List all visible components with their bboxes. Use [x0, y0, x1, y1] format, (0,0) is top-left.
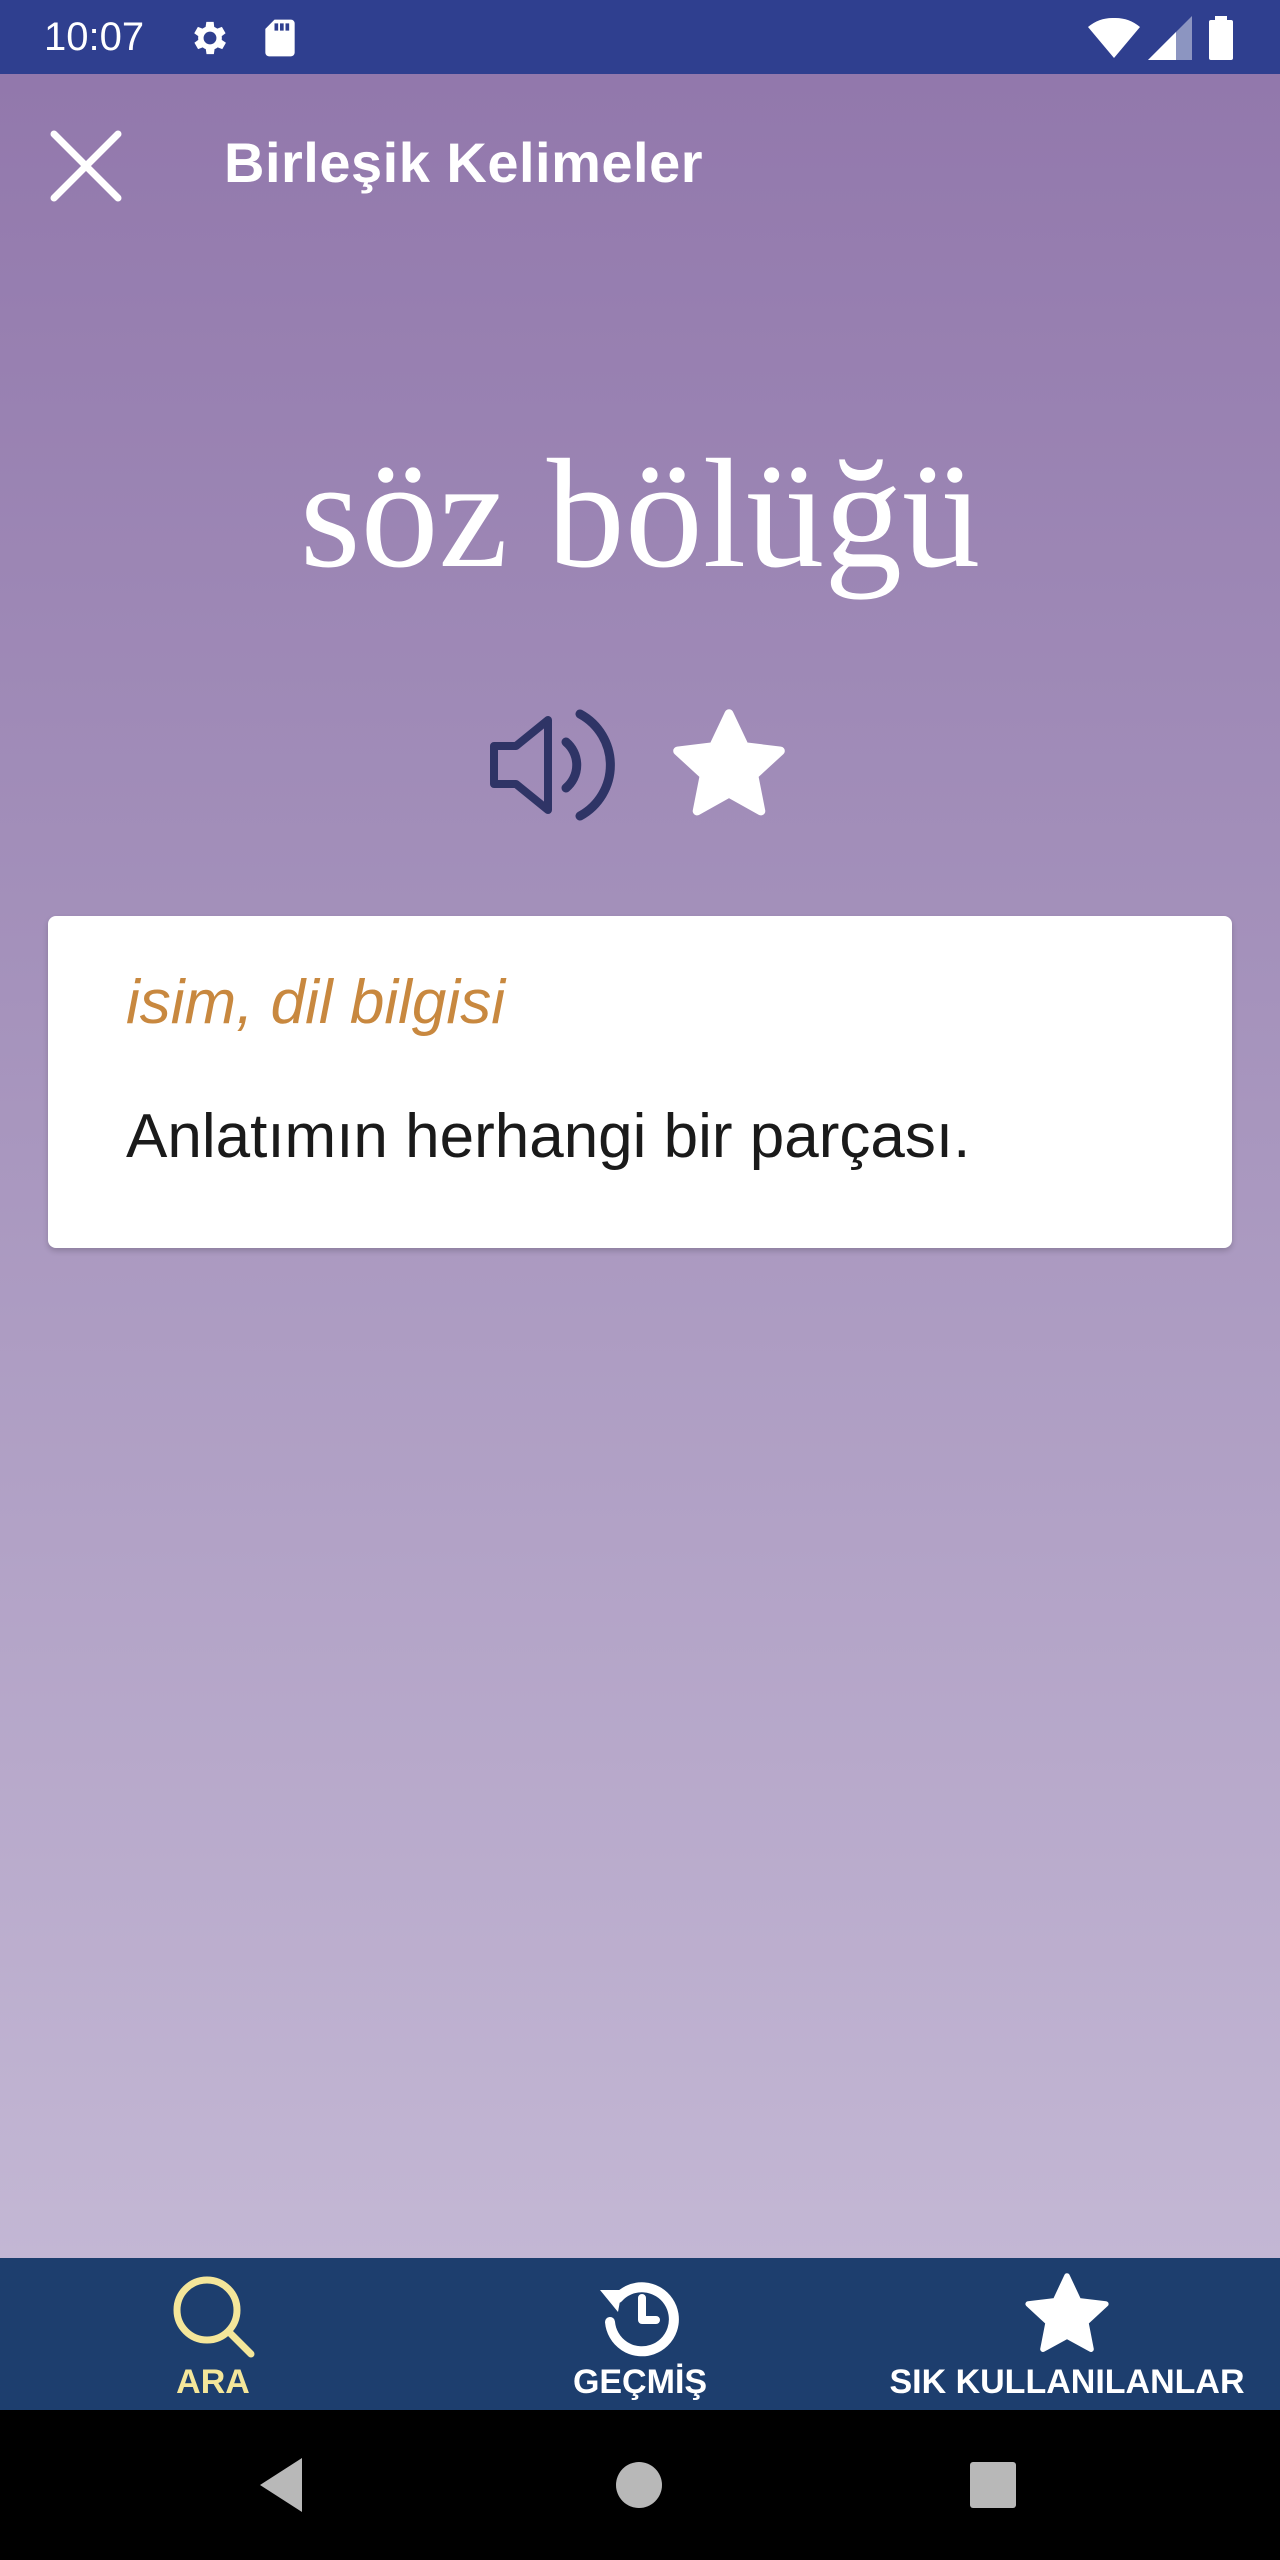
- nav-label-favorites: SIK KULLANILANLAR: [889, 2363, 1245, 2401]
- nav-item-favorites[interactable]: SIK KULLANILANLAR: [854, 2258, 1280, 2410]
- bottom-navigation: ARA GEÇMİŞ SIK KULLANILANLAR: [0, 2258, 1280, 2410]
- star-icon: [1025, 2273, 1109, 2352]
- recents-button[interactable]: [958, 2450, 1028, 2520]
- speaker-icon: [490, 709, 615, 821]
- signal-icon: [1148, 16, 1192, 65]
- definition-text: Anlatımın herhangi bir parçası.: [126, 1102, 971, 1171]
- sd-card-icon: [258, 16, 302, 65]
- recents-icon: [970, 2462, 1016, 2508]
- entry-actions: [0, 700, 1280, 830]
- play-pronunciation-button[interactable]: [486, 700, 616, 830]
- search-icon: [173, 2276, 255, 2358]
- part-of-speech: isim, dil bilgisi: [126, 968, 505, 1037]
- nav-label-search: ARA: [176, 2363, 250, 2401]
- wifi-icon: [1088, 16, 1140, 65]
- status-time: 10:07: [44, 15, 145, 59]
- definition-card: isim, dil bilgisi Anlatımın herhangi bir…: [48, 916, 1232, 1248]
- nav-item-search[interactable]: ARA: [0, 2258, 426, 2410]
- star-icon: [673, 709, 785, 816]
- back-icon: [260, 2458, 302, 2512]
- close-icon: [50, 130, 122, 202]
- back-button[interactable]: [248, 2450, 318, 2520]
- close-button[interactable]: [44, 124, 128, 208]
- system-navigation-bar: [0, 2410, 1280, 2560]
- page-title: Birleşik Kelimeler: [224, 131, 704, 194]
- history-icon: [600, 2282, 679, 2357]
- main-content: Birleşik Kelimeler söz bölüğü isim, dil …: [0, 74, 1280, 2258]
- battery-icon: [1206, 16, 1236, 65]
- settings-icon: [188, 16, 232, 65]
- nav-label-history: GEÇMİŞ: [572, 2363, 708, 2401]
- home-icon: [616, 2462, 662, 2508]
- favorite-button[interactable]: [664, 700, 794, 830]
- home-button[interactable]: [604, 2450, 674, 2520]
- nav-item-history[interactable]: GEÇMİŞ: [426, 2258, 854, 2410]
- status-bar: 10:07: [0, 0, 1280, 74]
- headword: söz bölüğü: [299, 427, 981, 600]
